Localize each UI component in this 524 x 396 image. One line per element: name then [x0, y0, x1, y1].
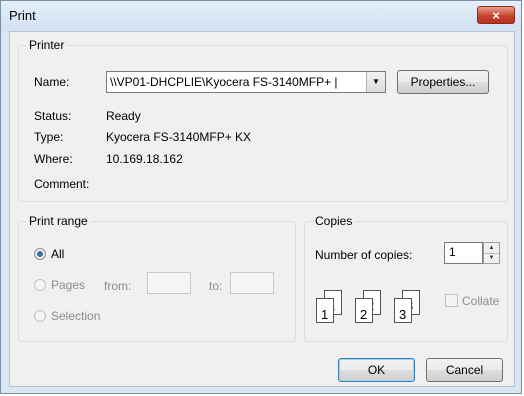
pages-label[interactable]: Pages	[51, 278, 85, 292]
from-label: from:	[104, 279, 132, 293]
number-of-copies-label: Number of copies:	[315, 248, 413, 262]
printer-name-value: \\VP01-DHCPLIE\Kyocera FS-3140MFP+ |	[110, 75, 338, 89]
copies-spinner[interactable]: ▲ ▼	[483, 242, 500, 264]
page-number: 2	[360, 307, 368, 322]
where-value: 10.169.18.162	[106, 152, 183, 166]
number-of-copies-value: 1	[449, 245, 456, 259]
printer-name-select[interactable]: \\VP01-DHCPLIE\Kyocera FS-3140MFP+ | ▼	[106, 71, 386, 93]
from-input[interactable]	[147, 272, 191, 294]
collate-page-stack-2: 2 2	[355, 290, 381, 323]
number-of-copies-input[interactable]: 1	[444, 242, 483, 264]
collate-page-stack-1: 1 1	[316, 290, 342, 323]
properties-button[interactable]: Properties...	[397, 70, 489, 94]
page-number: 3	[399, 307, 407, 322]
all-radio[interactable]	[34, 248, 46, 260]
print-range-group-label: Print range	[29, 214, 88, 228]
title-bar[interactable]: Print ×	[1, 1, 521, 31]
page-icon: 1	[316, 298, 334, 323]
to-label: to:	[209, 279, 223, 293]
print-dialog: Print × Printer Name: \\VP01-DHCPLIE\Kyo…	[0, 0, 522, 394]
spin-down-icon[interactable]: ▼	[484, 253, 499, 263]
cancel-button[interactable]: Cancel	[426, 358, 503, 382]
printer-group-label: Printer	[29, 38, 65, 52]
where-label: Where:	[34, 152, 73, 166]
status-label: Status:	[34, 109, 72, 123]
close-icon: ×	[492, 8, 500, 23]
selection-label[interactable]: Selection	[51, 309, 100, 323]
all-label[interactable]: All	[51, 247, 64, 261]
selection-radio[interactable]	[34, 310, 46, 322]
dialog-title: Print	[9, 8, 36, 23]
ok-button[interactable]: OK	[338, 358, 415, 382]
pages-radio[interactable]	[34, 279, 46, 291]
page-icon: 2	[355, 298, 373, 323]
status-value: Ready	[106, 109, 141, 123]
collate-checkbox[interactable]	[445, 294, 458, 307]
collate-page-stack-3: 3 3	[394, 290, 420, 323]
close-button[interactable]: ×	[477, 6, 515, 24]
printer-group: Printer	[18, 38, 508, 202]
collate-label[interactable]: Collate	[462, 294, 499, 308]
page-number: 1	[321, 307, 329, 322]
type-label: Type:	[34, 130, 64, 144]
type-value: Kyocera FS-3140MFP+ KX	[106, 130, 252, 144]
to-input[interactable]	[230, 272, 274, 294]
copies-group-label: Copies	[315, 214, 353, 228]
name-label: Name:	[34, 75, 70, 89]
page-icon: 3	[394, 298, 412, 323]
dialog-body: Printer Name: \\VP01-DHCPLIE\Kyocera FS-…	[9, 31, 515, 387]
chevron-down-icon[interactable]: ▼	[366, 72, 385, 92]
comment-label: Comment:	[34, 177, 90, 191]
